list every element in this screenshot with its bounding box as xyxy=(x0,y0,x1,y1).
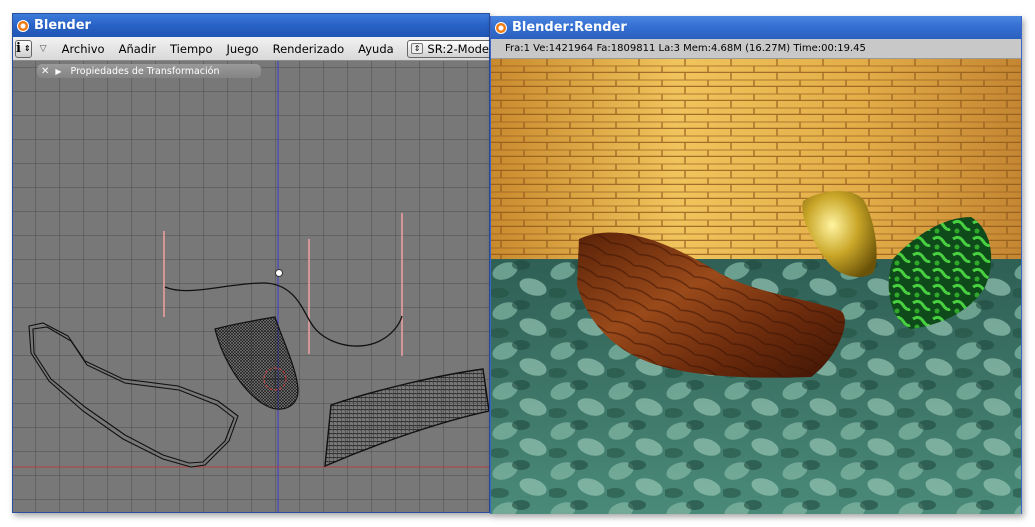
render-stats-text: Fra:1 Ve:1421964 Fa:1809811 La:3 Mem:4.6… xyxy=(505,43,866,54)
close-icon[interactable]: ✕ xyxy=(41,66,49,77)
collapse-triangle-icon[interactable]: ▽ xyxy=(40,44,47,54)
render-image xyxy=(491,59,1021,514)
panel-title: Propiedades de Transformación xyxy=(70,65,220,77)
pink-guides xyxy=(163,213,403,356)
transform-properties-panel[interactable]: ✕ ▶ Propiedades de Transformación xyxy=(37,64,261,78)
menu-archivo[interactable]: Archivo xyxy=(55,42,112,56)
render-window-title: Blender:Render xyxy=(512,20,627,35)
wire-mesh-teardrop[interactable] xyxy=(214,316,299,410)
updown-arrow-icon: ⇕ xyxy=(23,44,31,53)
menu-juego[interactable]: Juego xyxy=(220,42,266,56)
3d-viewport[interactable]: ✕ ▶ Propiedades de Transformación xyxy=(13,61,489,512)
menu-anadir[interactable]: Añadir xyxy=(112,42,163,56)
viewport-scene xyxy=(13,61,489,512)
wire-boat-left[interactable] xyxy=(28,322,239,468)
info-i-icon: i xyxy=(16,41,21,56)
bezier-curve[interactable] xyxy=(164,282,403,347)
updown-arrow-icon: ⇕ xyxy=(410,43,424,54)
blender-render-window: Blender:Render Fra:1 Ve:1421964 Fa:18098… xyxy=(490,16,1022,514)
wire-mesh-arc[interactable] xyxy=(324,368,489,468)
screen-selector-value: SR:2-Mode xyxy=(427,41,489,56)
curve-vertex[interactable] xyxy=(275,269,283,277)
blender-logo-icon xyxy=(495,21,507,34)
render-titlebar[interactable]: Blender:Render xyxy=(491,16,1021,39)
menu-ayuda[interactable]: Ayuda xyxy=(351,42,401,56)
rendered-scene xyxy=(491,59,1021,514)
window-type-button[interactable]: i ⇕ xyxy=(15,39,32,58)
menu-tiempo[interactable]: Tiempo xyxy=(163,42,219,56)
main-titlebar[interactable]: Blender xyxy=(13,14,489,37)
screen-selector[interactable]: ⇕ SR:2-Mode xyxy=(406,39,489,58)
main-menubar: i ⇕ ▽ Archivo Añadir Tiempo Juego Renderi… xyxy=(13,37,489,61)
main-window-title: Blender xyxy=(34,18,91,33)
blender-main-window: Blender i ⇕ ▽ Archivo Añadir Tiempo Juego… xyxy=(12,13,490,513)
menu-renderizado[interactable]: Renderizado xyxy=(266,42,352,56)
expand-triangle-icon[interactable]: ▶ xyxy=(55,67,61,76)
blender-logo-icon xyxy=(17,19,29,32)
render-stats-bar: Fra:1 Ve:1421964 Fa:1809811 La:3 Mem:4.6… xyxy=(491,39,1021,59)
